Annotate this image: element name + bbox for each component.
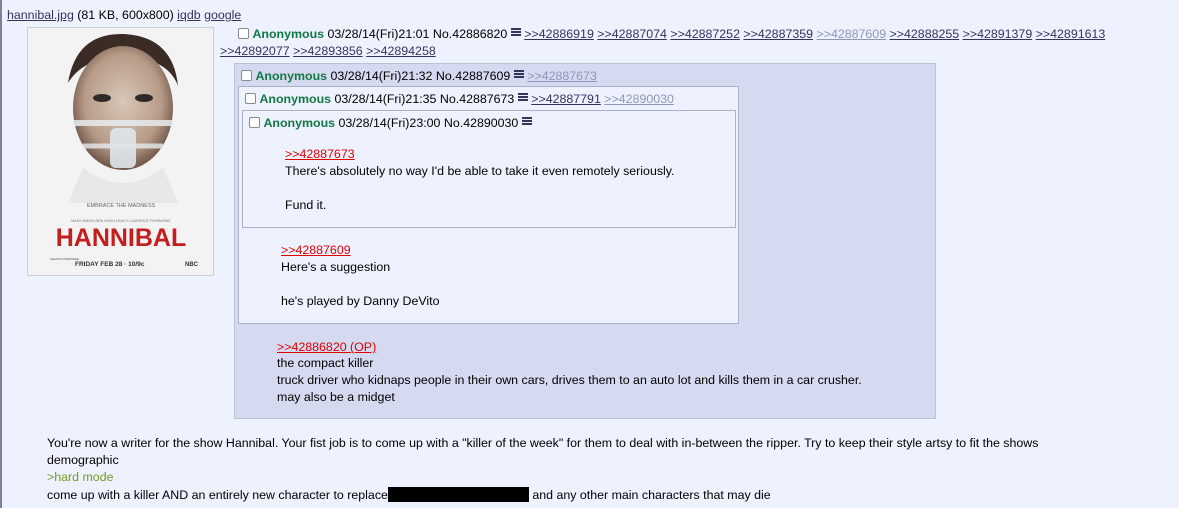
op-reply-link[interactable]: >>42892077 <box>220 44 290 58</box>
quote-link[interactable]: >>42887609 <box>281 243 351 257</box>
quote-link-op[interactable]: >>42886820 (OP) <box>277 340 376 354</box>
op-text-line: come up with a killer AND an entirely ne… <box>47 487 771 502</box>
backlink[interactable]: >>42887791 <box>531 92 601 106</box>
post-number[interactable]: No.42890030 <box>444 116 518 130</box>
poster-title: HANNIBAL <box>56 224 187 252</box>
post-checkbox[interactable] <box>249 117 260 128</box>
post-text: he's played by Danny DeVito <box>281 294 440 308</box>
post-number[interactable]: No.42887609 <box>436 69 510 83</box>
op-reply-link[interactable]: >>42891613 <box>1036 27 1106 41</box>
post-datetime: 03/28/14(Fri)21:35 <box>334 92 437 106</box>
inline-reply-42887609: Anonymous 03/28/14(Fri)21:32 No.42887609… <box>234 63 936 419</box>
op-datetime: 03/28/14(Fri)21:01 <box>327 27 430 41</box>
google-link[interactable]: google <box>204 8 241 22</box>
post-checkbox[interactable] <box>241 70 252 81</box>
op-reply-link[interactable]: >>42887074 <box>597 27 667 41</box>
op-text: and any other main characters that may d… <box>528 488 771 502</box>
op-post-number[interactable]: No.42886820 <box>433 27 507 41</box>
post-header: Anonymous 03/28/14(Fri)23:00 No.42890030 <box>249 116 532 130</box>
post-menu-icon[interactable] <box>517 92 528 102</box>
poster-network: NBC <box>185 262 199 268</box>
op-text: You're now a writer for the show Hanniba… <box>47 436 1039 450</box>
op-reply-link[interactable]: >>42887252 <box>670 27 740 41</box>
poster-name: Anonymous <box>255 69 328 83</box>
post-header: Anonymous 03/28/14(Fri)21:32 No.42887609… <box>241 69 597 83</box>
op-reply-link[interactable]: >>42888255 <box>890 27 960 41</box>
page-left-border <box>0 0 2 508</box>
op-reply-link[interactable]: >>42887359 <box>743 27 813 41</box>
post-datetime: 03/28/14(Fri)21:32 <box>330 69 433 83</box>
backlink[interactable]: >>42890030 <box>604 92 674 106</box>
op-reply-link-visited[interactable]: >>42887609 <box>816 27 886 41</box>
post-menu-icon[interactable] <box>521 116 532 126</box>
op-greentext: >hard mode <box>47 470 114 484</box>
post-text: Fund it. <box>285 198 327 212</box>
post-text: Here's a suggestion <box>281 260 391 274</box>
op-reply-link[interactable]: >>42886919 <box>524 27 594 41</box>
op-backlinks-row2: >>42892077 >>42893856 >>42894258 <box>220 44 436 58</box>
file-info: hannibal.jpg (81 KB, 600x800) iqdb googl… <box>7 8 241 22</box>
post-header: Anonymous 03/28/14(Fri)21:35 No.42887673… <box>245 92 674 106</box>
poster-cast: MADS MIKKELSEN HUGH DANCY LAURENCE FISHB… <box>71 219 171 223</box>
iqdb-link[interactable]: iqdb <box>177 8 200 22</box>
poster-name: Anonymous <box>259 92 332 106</box>
file-link[interactable]: hannibal.jpg <box>7 8 74 22</box>
op-thumbnail[interactable]: EMBRACE THE MADNESS MADS MIKKELSEN HUGH … <box>27 27 214 276</box>
post-text: the compact killer <box>277 356 374 370</box>
op-header: Anonymous 03/28/14(Fri)21:01 No.42886820… <box>238 27 1105 41</box>
post-text: truck driver who kidnaps people in their… <box>277 373 862 387</box>
op-checkbox[interactable] <box>238 28 249 39</box>
poster-name: Anonymous <box>263 116 336 130</box>
post-menu-icon[interactable] <box>513 69 524 79</box>
post-number[interactable]: No.42887673 <box>440 92 514 106</box>
post-datetime: 03/28/14(Fri)23:00 <box>338 116 441 130</box>
op-name: Anonymous <box>252 27 325 41</box>
post-menu-icon[interactable] <box>510 27 521 37</box>
op-text: demographic <box>47 453 119 467</box>
op-text: come up with a killer AND an entirely ne… <box>47 488 388 502</box>
file-meta: (81 KB, 600x800) <box>73 8 178 22</box>
post-checkbox[interactable] <box>245 93 256 104</box>
poster-tagline: EMBRACE THE MADNESS <box>87 203 156 209</box>
post-text: There's absolutely no way I'd be able to… <box>285 164 675 178</box>
inline-reply-42890030: Anonymous 03/28/14(Fri)23:00 No.42890030… <box>242 110 736 228</box>
op-reply-link[interactable]: >>42893856 <box>293 44 363 58</box>
inline-reply-42887673: Anonymous 03/28/14(Fri)21:35 No.42887673… <box>238 86 739 324</box>
redaction-bar <box>387 487 529 502</box>
poster-image: EMBRACE THE MADNESS MADS MIKKELSEN HUGH … <box>28 28 213 275</box>
op-reply-link[interactable]: >>42891379 <box>963 27 1033 41</box>
post-text: may also be a midget <box>277 390 395 404</box>
op-reply-link[interactable]: >>42894258 <box>366 44 436 58</box>
quote-link[interactable]: >>42887673 <box>285 147 355 161</box>
poster-airing: FRIDAY FEB 28 · 10/9c <box>75 261 145 268</box>
backlink[interactable]: >>42887673 <box>527 69 597 83</box>
